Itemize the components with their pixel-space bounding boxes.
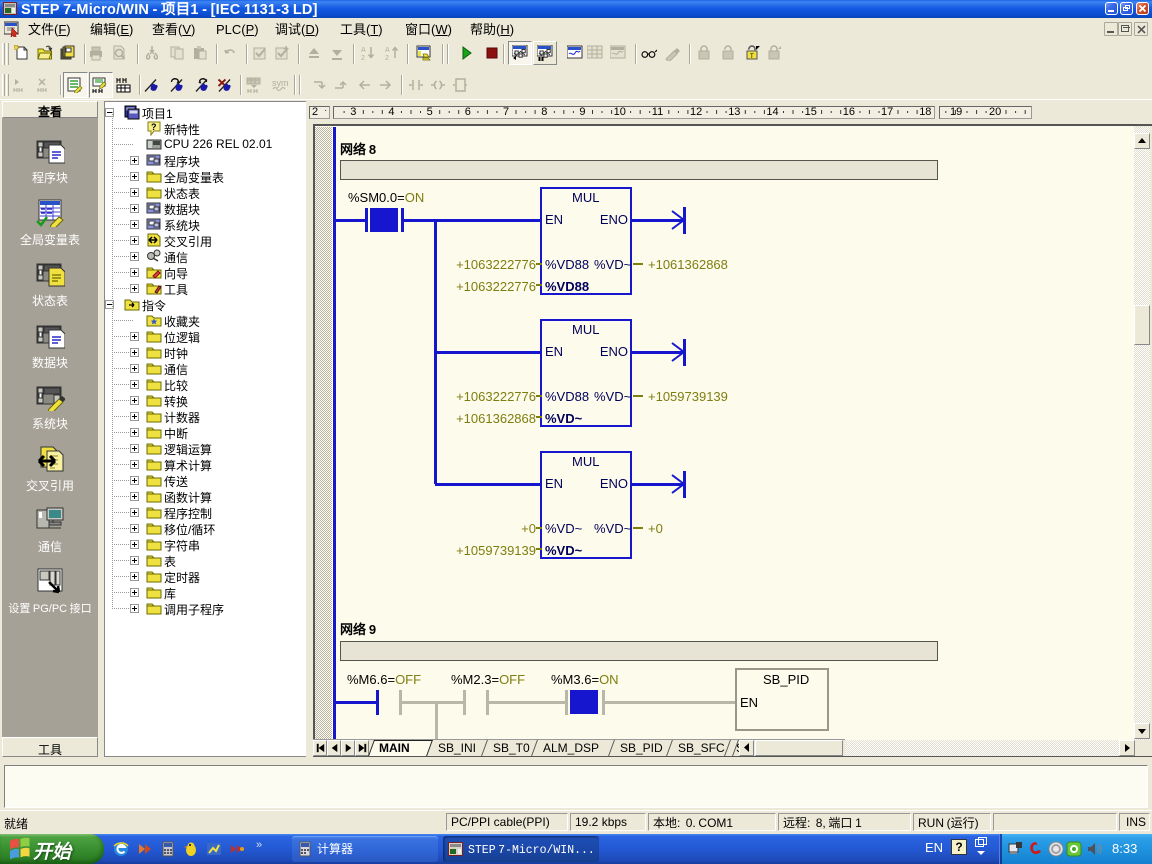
svg-text:T: T — [750, 54, 754, 60]
svg-text:2: 2 — [361, 55, 365, 61]
svg-text:sym: sym — [272, 78, 289, 88]
svg-text:A: A — [361, 47, 366, 54]
svg-text:2: 2 — [385, 55, 389, 61]
svg-text:?: ? — [151, 122, 157, 132]
svg-text:A: A — [385, 47, 390, 54]
